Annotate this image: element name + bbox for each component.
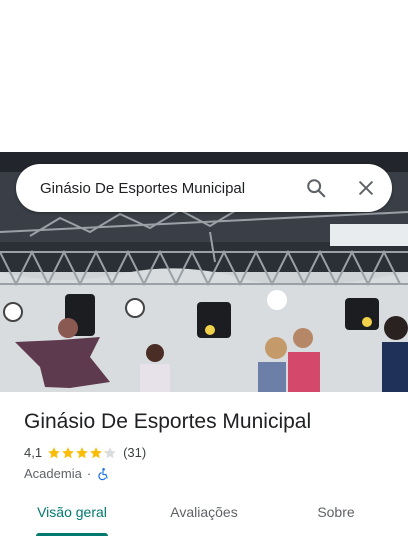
separator-dot: · [86, 466, 92, 481]
review-count[interactable]: (31) [123, 445, 146, 460]
star-icon [62, 446, 74, 458]
rating-value: 4,1 [24, 445, 43, 460]
tab-about-label: Sobre [317, 504, 355, 520]
tab-overview-label: Visão geral [37, 504, 107, 520]
map-blank-area [0, 0, 408, 152]
category-label: Academia [24, 466, 82, 481]
tab-overview[interactable]: Visão geral [0, 496, 144, 536]
clear-search-button[interactable] [346, 168, 386, 208]
place-tabs: Visão geral Avaliações Sobre [0, 496, 408, 536]
star-icon [48, 446, 60, 458]
tab-reviews[interactable]: Avaliações [144, 496, 264, 536]
close-icon [359, 181, 373, 195]
place-info-panel: Ginásio De Esportes Municipal 4,1 (31) A… [0, 392, 408, 544]
search-input[interactable]: Ginásio De Esportes Municipal [16, 180, 296, 197]
active-tab-indicator [36, 533, 108, 536]
star-icon [104, 446, 116, 458]
place-title: Ginásio De Esportes Municipal [24, 410, 312, 433]
rating-row[interactable]: 4,1 (31) [24, 445, 146, 460]
category-row: Academia · [24, 466, 110, 481]
star-icon [76, 446, 88, 458]
tab-reviews-label: Avaliações [170, 504, 238, 520]
search-icon [307, 179, 326, 198]
star-rating [47, 446, 117, 460]
wheelchair-accessible-icon[interactable] [96, 467, 110, 481]
star-icon [90, 446, 102, 458]
tab-about[interactable]: Sobre [264, 496, 408, 536]
search-bar[interactable]: Ginásio De Esportes Municipal [16, 164, 392, 212]
search-button[interactable] [296, 168, 336, 208]
